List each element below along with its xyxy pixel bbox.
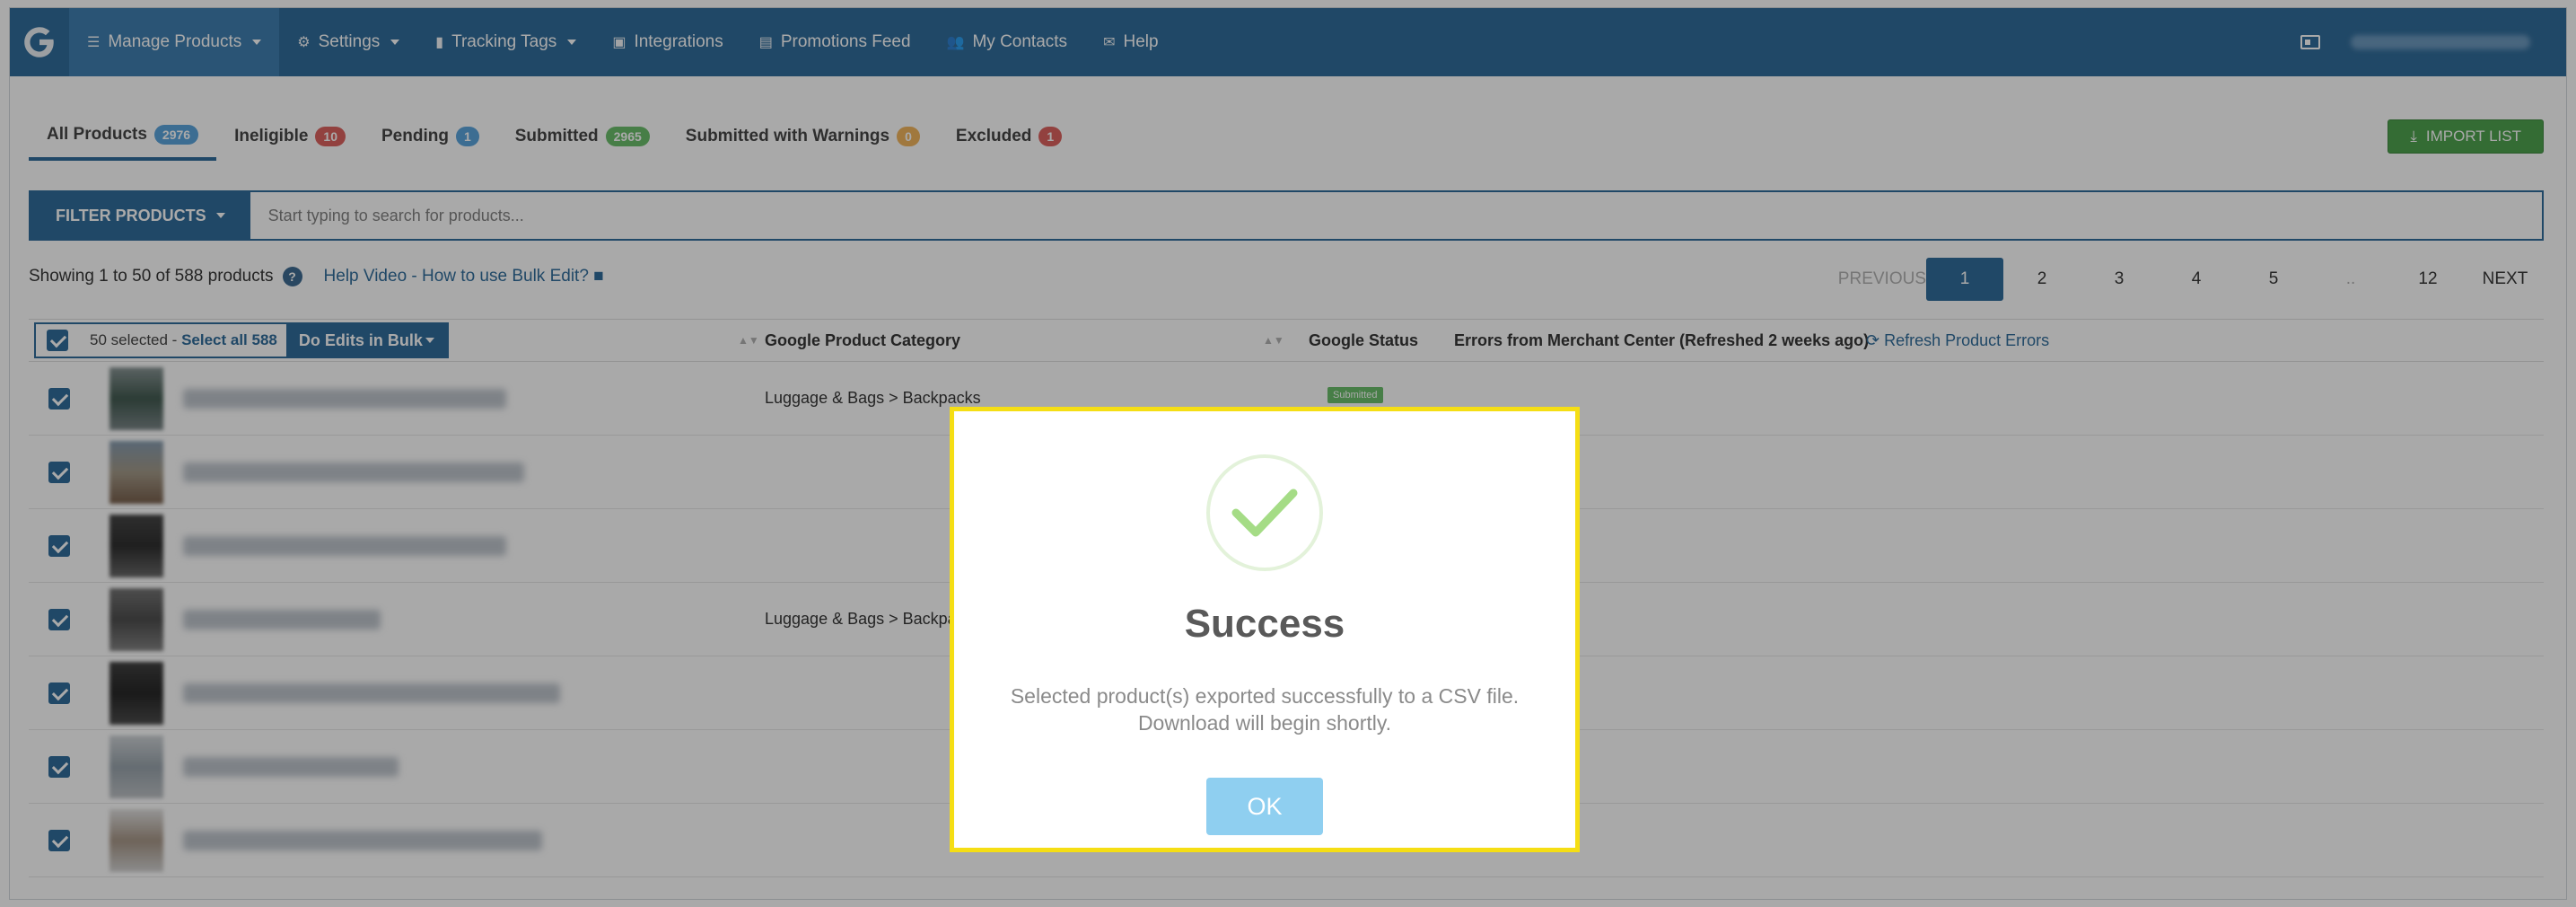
- checkmark-icon: [1231, 489, 1298, 537]
- success-dialog: Success Selected product(s) exported suc…: [950, 407, 1580, 852]
- ok-button[interactable]: OK: [1206, 778, 1323, 835]
- dialog-message: Selected product(s) exported successfull…: [1010, 684, 1520, 735]
- success-check-icon: [1206, 454, 1323, 571]
- dialog-title: Success: [1184, 602, 1345, 646]
